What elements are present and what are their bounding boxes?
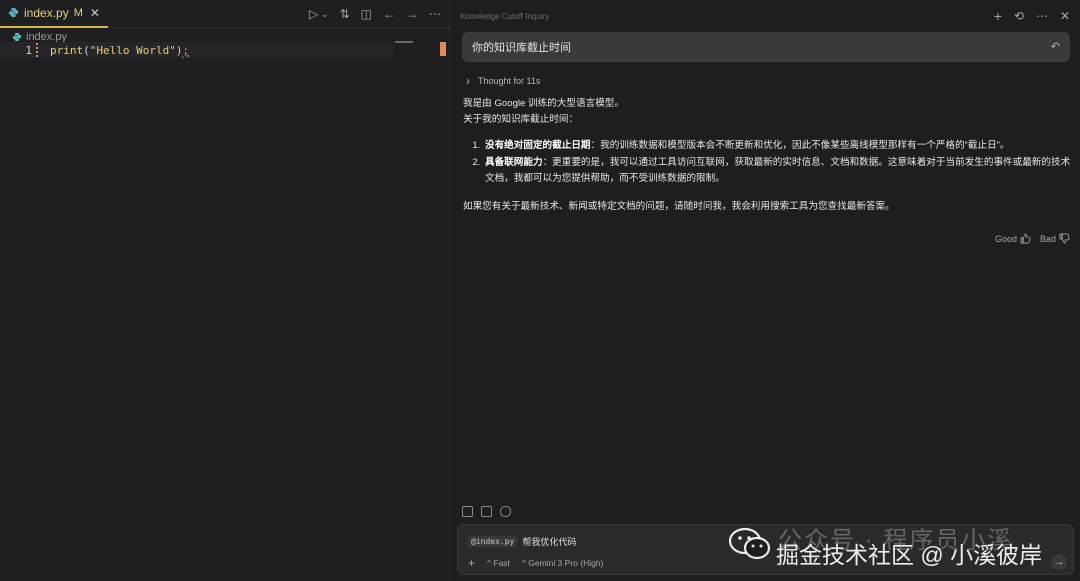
add-context-icon[interactable]: + (468, 556, 475, 570)
scrollbar-change-marker[interactable] (440, 42, 446, 56)
editor-tab-bar: index.py M ✕ ▷ ⌄ ⇅ ◫ ← → ⋯ (0, 0, 449, 28)
source-control-diff-icon[interactable]: ⇅ (340, 7, 350, 21)
attach-file-icon[interactable] (462, 506, 473, 517)
composer-text: 帮我优化代码 (522, 537, 577, 547)
user-message-text: 你的知识库截止时间 (472, 42, 571, 54)
editor-tab-index-py[interactable]: index.py M ✕ (0, 0, 108, 28)
code-string: "Hello World" (89, 43, 176, 57)
thought-toggle[interactable]: › Thought for 11s (466, 74, 540, 88)
feedback-bar: Good Bad (995, 233, 1070, 244)
caret-up-icon: ^ (521, 558, 526, 568)
editor-pane: index.py M ✕ ▷ ⌄ ⇅ ◫ ← → ⋯ index.py 1 pr… (0, 0, 450, 581)
list-item-text: ：我的训练数据和模型版本会不断更新和优化，因此不像某些离线模型那样有一个严格的“… (590, 140, 1010, 151)
assistant-response: 我是由 Google 训练的大型语言模型。 关于我的知识库截止时间： 没有绝对固… (463, 96, 1073, 215)
mode-selector[interactable]: ^ Fast (487, 558, 510, 568)
user-message-bubble[interactable]: 你的知识库截止时间 ↶ (462, 32, 1070, 62)
tab-filename: index.py (24, 5, 69, 20)
run-icon[interactable]: ▷ (309, 7, 318, 21)
back-arrow-icon[interactable]: ← (383, 7, 395, 21)
list-item: 具备联网能力：更重要的是，我可以通过工具访问互联网，获取最新的实时信息、文档和数… (483, 155, 1073, 188)
attachment-toolbar (462, 506, 511, 517)
thumbs-down-icon (1059, 233, 1070, 244)
model-label: Gemini 3 Pro (High) (528, 558, 604, 568)
python-file-icon (8, 7, 19, 18)
caret-up-icon: ^ (487, 558, 492, 568)
modified-gutter-marker (36, 43, 38, 57)
chat-header-actions: + ⟲ ⋯ ✕ (994, 0, 1070, 32)
close-panel-icon[interactable]: ✕ (1060, 9, 1070, 23)
file-mention-chip[interactable]: @index.py (468, 536, 518, 547)
watermark-line-2: 掘金技术社区 @ 小溪彼岸 (776, 542, 1043, 568)
code-function-name: print (50, 43, 84, 57)
thumbs-up-icon (1020, 233, 1031, 244)
list-item: 没有绝对固定的截止日期：我的训练数据和模型版本会不断更新和优化，因此不像某些离线… (483, 138, 1073, 155)
conversation-title: Knowledge Cutoff Inquiry (460, 11, 550, 21)
new-chat-icon[interactable]: + (994, 8, 1002, 24)
bad-label: Bad (1039, 233, 1056, 244)
wechat-logo-icon (728, 527, 771, 560)
response-list: 没有绝对固定的截止日期：我的训练数据和模型版本会不断更新和优化，因此不像某些离线… (463, 138, 1073, 188)
response-intro-line-2: 关于我的知识库截止时间： (463, 114, 579, 125)
minimap-line (395, 41, 413, 43)
attach-context-icon[interactable] (500, 506, 511, 517)
run-menu-chevron-icon[interactable]: ⌄ (321, 9, 329, 20)
composer-options: + ^ Fast ^ Gemini 3 Pro (High) (468, 556, 603, 570)
modified-badge: M (73, 6, 83, 19)
response-intro-line-1: 我是由 Google 训练的大型语言模型。 (463, 98, 624, 109)
code-line-1[interactable]: 1 print("Hello World"); (0, 42, 393, 58)
close-tab-icon[interactable]: ✕ (90, 6, 100, 20)
chevron-right-icon: › (466, 74, 470, 88)
list-item-text: ：更重要的是，我可以通过工具访问互联网，获取最新的实时信息、文档和数据。这意味着… (485, 156, 1071, 185)
editor-toolbar: ▷ ⌄ ⇅ ◫ ← → ⋯ (309, 0, 441, 28)
thought-label: Thought for 11s (478, 76, 541, 86)
split-editor-icon[interactable]: ◫ (361, 7, 372, 21)
chat-header: Knowledge Cutoff Inquiry + ⟲ ⋯ ✕ (451, 0, 1080, 32)
watermark: 公众号 · 程序员小溪 掘金技术社区 @ 小溪彼岸 (728, 520, 1074, 576)
mode-label: Fast (493, 558, 510, 568)
agent-chat-pane: Knowledge Cutoff Inquiry + ⟲ ⋯ ✕ 你的知识库截止… (451, 0, 1080, 581)
model-selector[interactable]: ^ Gemini 3 Pro (High) (522, 558, 603, 568)
list-item-heading: 具备联网能力 (485, 156, 543, 168)
python-file-icon (12, 32, 22, 42)
forward-arrow-icon[interactable]: → (406, 7, 418, 21)
good-label: Good (994, 233, 1017, 244)
code-semicolon-warning: ; (182, 43, 190, 57)
code-text[interactable]: print("Hello World"); (50, 44, 189, 57)
more-actions-icon[interactable]: ⋯ (429, 7, 441, 21)
undo-icon[interactable]: ↶ (1051, 40, 1060, 53)
more-options-icon[interactable]: ⋯ (1036, 9, 1048, 23)
code-open-paren: ( (83, 43, 90, 57)
bad-feedback-button[interactable]: Bad (1040, 233, 1070, 244)
response-closing: 如果您有关于最新技术、新闻或特定文档的问题，请随时问我，我会利用搜索工具为您查找… (463, 200, 895, 212)
line-number: 1 (25, 43, 32, 57)
list-item-heading: 没有绝对固定的截止日期 (485, 140, 591, 151)
attach-image-icon[interactable] (481, 506, 492, 517)
good-feedback-button[interactable]: Good (995, 233, 1031, 244)
composer-input[interactable]: @index.py 帮我优化代码 (468, 535, 576, 548)
history-icon[interactable]: ⟲ (1014, 9, 1024, 23)
